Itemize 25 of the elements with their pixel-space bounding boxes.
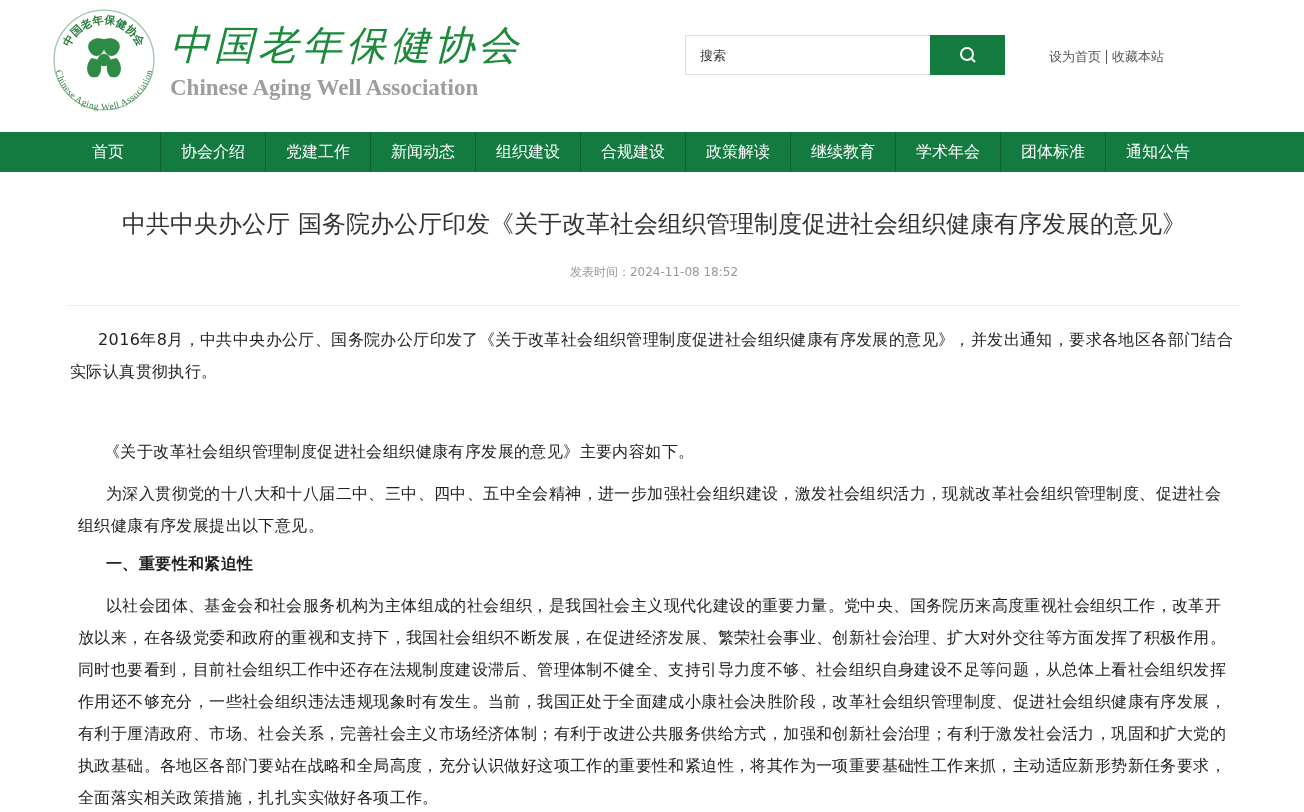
article-paragraph: 《关于改革社会组织管理制度促进社会组织健康有序发展的意见》主要内容如下。	[103, 441, 696, 463]
logo-title: 中国老年保健协会	[170, 21, 522, 70]
nav-item[interactable]: 协会介绍	[160, 132, 265, 172]
nav-item[interactable]: 政策解读	[685, 132, 790, 172]
article-paragraph: 以社会团体、基金会和社会服务机构为主体组成的社会组织，是我国社会主义现代化建设的重要力量。党中央、国务院历来高度重视社会组织工作，改革开放以来，在各级党委和政府的重视和支持下，我国社会组织不断发展，在促进经济发展、繁荣社会事业、创新社会治理、扩大对外交往等方面发挥了积极作用。同时也要看到，目前社会组织工作中还存在法规制度建设滞后、管理体制不健全、支持引导力度不够、社会组织自身建设不足等问题，从总体上看社会组织发挥作用还不够充分，一些社会组织违法违规现象时有发生。当前，我国正处于全面建成小康社会决胜阶段，改革社会组织管理制度、促进社会组织健康有序发展，有利于厘清政府、市场、社会关系，完善社会主义市场经济体制；有利于改进公共服务供给方式，加强和创新社会治理；有利于激发社会活力，巩固和扩大党的执政基础。各地区各部门要站在战略和全局高度，充分认识做好这项工作的重要性和紧迫性，将其作为一项重要基础性工作来抓，主动适应新形势新任务要求，全面落实相关政策措施，扎扎实实做好各项工作。	[77, 595, 1227, 809]
search-icon	[958, 46, 977, 64]
search-field[interactable]: 搜索	[685, 35, 930, 75]
nav-item[interactable]: 通知公告	[1105, 132, 1210, 172]
header-link[interactable]: 收藏本站	[1112, 48, 1164, 66]
logo-subtitle: Chinese Aging Well Association	[170, 74, 480, 102]
header-link[interactable]: 设为首页	[1049, 48, 1101, 66]
nav-item[interactable]: 合规建设	[580, 132, 685, 172]
nav-item[interactable]: 新闻动态	[370, 132, 475, 172]
nav-item[interactable]: 首页	[55, 132, 160, 172]
article-paragraph: 为深入贯彻党的十八大和十八届二中、三中、四中、五中全会精神，进一步加强社会组织建设，激发社会组织活力，现就改革社会组织管理制度、促进社会组织健康有序发展提出以下意见。	[77, 483, 1223, 537]
article-paragraph: 2016年8月，中共中央办公厅、国务院办公厅印发了《关于改革社会组织管理制度促进社会组织健康有序发展的意见》，并发出通知，要求各地区各部门结合实际认真贯彻执行。	[69, 329, 1235, 383]
nav-item[interactable]: 继续教育	[790, 132, 895, 172]
nav-item[interactable]: 学术年会	[895, 132, 1000, 172]
publish-date: 发表时间：2024-11-08 18:52	[568, 264, 740, 281]
nav-item[interactable]: 团体标准	[1000, 132, 1105, 172]
search-button[interactable]	[930, 35, 1005, 75]
nav-item[interactable]: 组织建设	[475, 132, 580, 172]
section-heading: 一、重要性和紧迫性	[105, 553, 255, 575]
nav-item[interactable]: 党建工作	[265, 132, 370, 172]
article-title: 中共中央办公厅 国务院办公厅印发《关于改革社会组织管理制度促进社会组织健康有序发展的意见》	[121, 209, 1187, 240]
